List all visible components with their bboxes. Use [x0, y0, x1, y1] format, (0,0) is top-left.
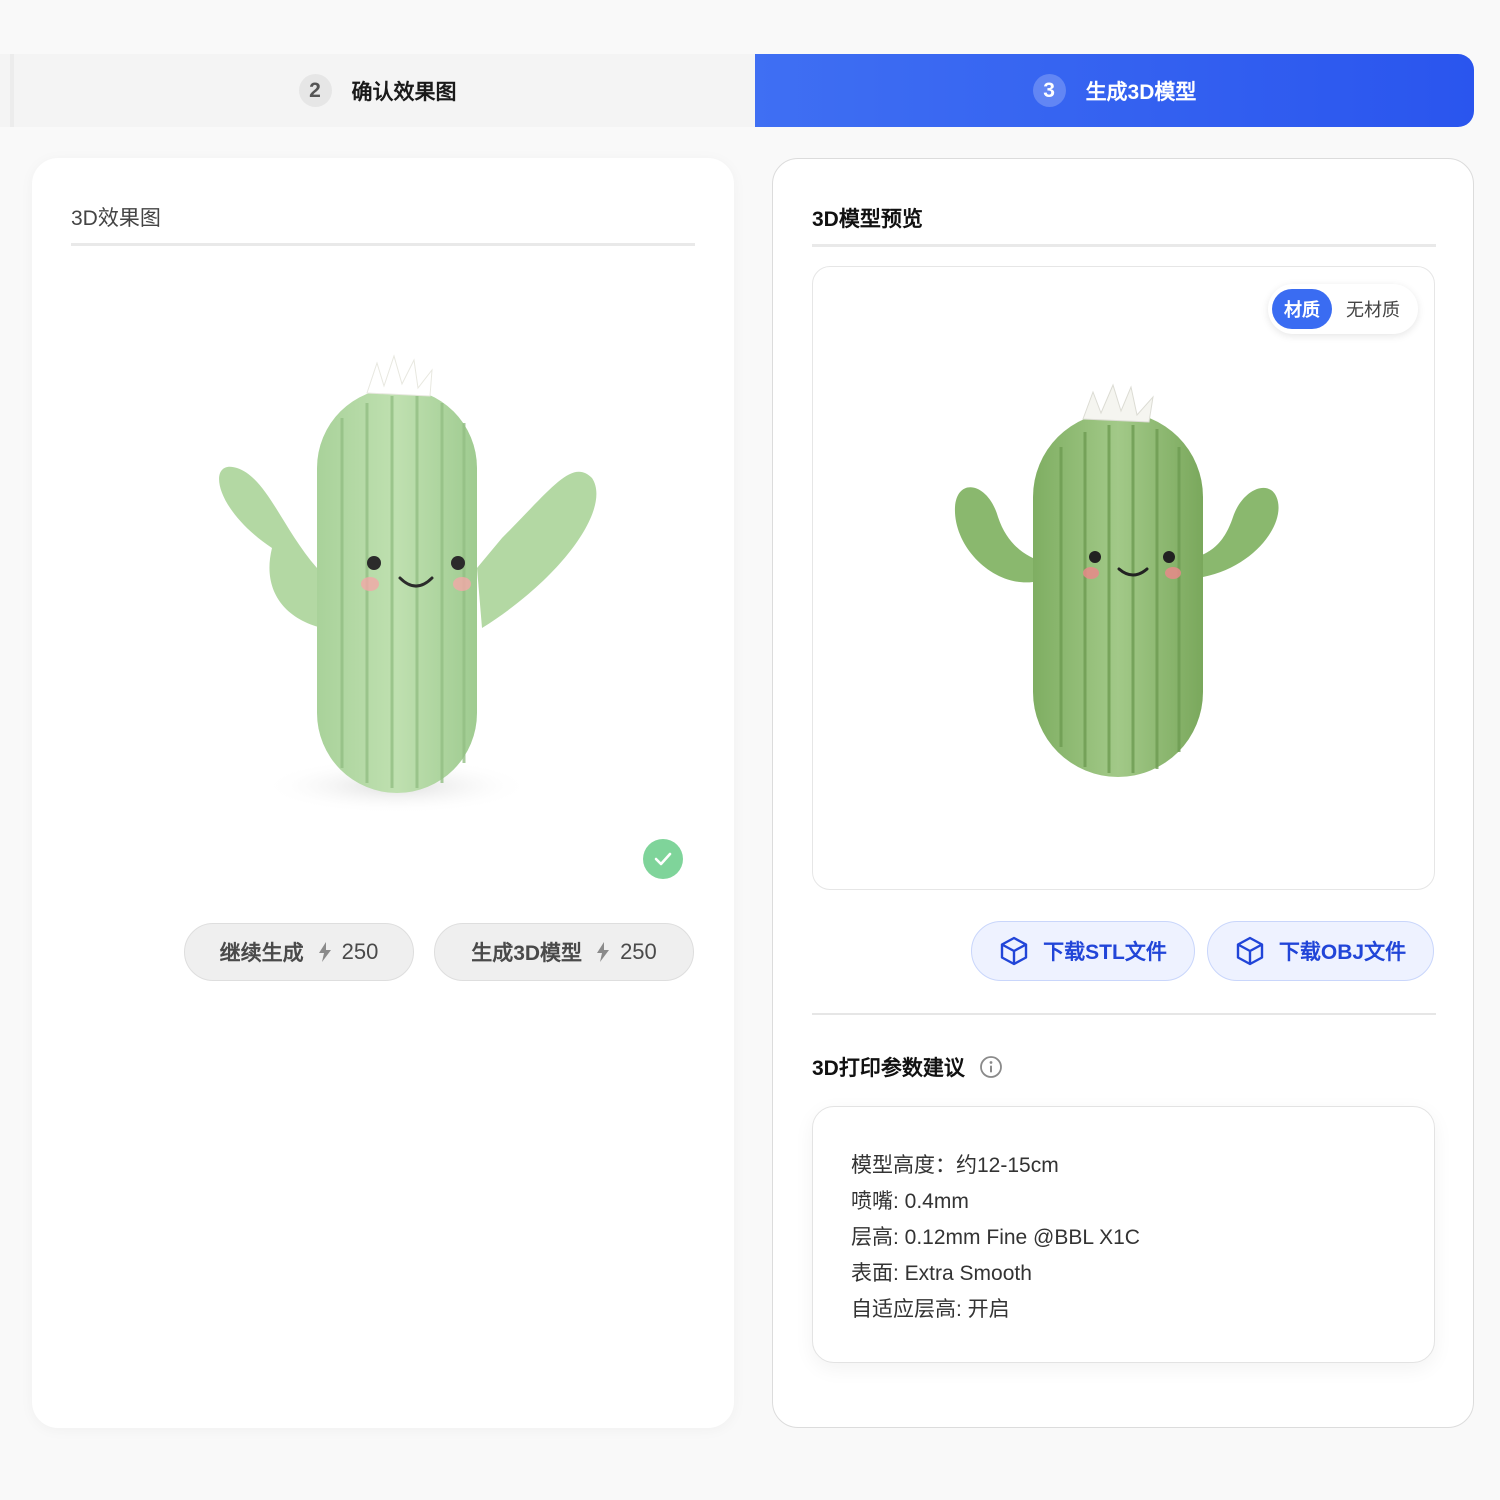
card-title: 3D模型预览 — [812, 208, 923, 231]
continue-generate-button[interactable]: 继续生成 250 — [184, 923, 414, 981]
generate-3d-model-button[interactable]: 生成3D模型 250 — [434, 923, 694, 981]
step-edge — [10, 54, 14, 127]
param-model-height: 模型高度：约12-15cm — [851, 1154, 1059, 1177]
button-label: 下载OBJ文件 — [1278, 941, 1407, 964]
button-label: 继续生成 — [219, 942, 304, 965]
step-label: 确认效果图 — [351, 80, 457, 104]
step-number: 2 — [298, 74, 332, 107]
cactus-3d-model[interactable] — [933, 377, 1313, 787]
cactus-render-image[interactable] — [152, 338, 622, 838]
button-label: 生成3D模型 — [471, 942, 583, 965]
material-option-textured[interactable]: 材质 — [1272, 289, 1332, 329]
title-divider — [812, 244, 1436, 247]
param-surface: 表面: Extra Smooth — [851, 1262, 1032, 1285]
download-stl-button[interactable]: 下载STL文件 — [971, 921, 1195, 981]
material-option-plain[interactable]: 无材质 — [1332, 289, 1414, 329]
download-obj-button[interactable]: 下载OBJ文件 — [1207, 921, 1434, 981]
print-params-box: 模型高度：约12-15cm 喷嘴: 0.4mm 层高: 0.12mm Fine … — [812, 1106, 1435, 1363]
bolt-icon — [318, 942, 332, 962]
section-divider — [812, 1013, 1436, 1015]
cube-icon — [1235, 936, 1265, 966]
cube-icon — [999, 936, 1029, 966]
model-preview-card: 3D模型预览 材质 无材质 下载STL文件 下载OBJ文件 3D打印参数建议 模… — [772, 158, 1474, 1428]
credit-cost: 250 — [341, 939, 379, 964]
step-progress-bar: 2 确认效果图 3 生成3D模型 — [0, 54, 1474, 127]
selected-check-badge — [643, 839, 683, 879]
param-layer-height: 层高: 0.12mm Fine @BBL X1C — [851, 1226, 1140, 1249]
bolt-icon — [596, 942, 610, 962]
button-label: 下载STL文件 — [1043, 941, 1167, 964]
check-icon — [654, 852, 672, 866]
step-confirm-render[interactable]: 2 确认效果图 — [0, 54, 755, 127]
print-params-heading: 3D打印参数建议 — [812, 1052, 1003, 1082]
render-card: 3D效果图 继续生成 250 生成3D模型 250 — [32, 158, 734, 1428]
param-adaptive-layer: 自适应层高: 开启 — [851, 1298, 1010, 1321]
step-label: 生成3D模型 — [1085, 80, 1197, 104]
model-viewport[interactable]: 材质 无材质 — [812, 266, 1435, 890]
material-toggle[interactable]: 材质 无材质 — [1268, 284, 1418, 334]
param-nozzle: 喷嘴: 0.4mm — [851, 1190, 969, 1213]
info-icon[interactable] — [979, 1055, 1003, 1079]
card-title: 3D效果图 — [71, 207, 161, 230]
step-number: 3 — [1032, 74, 1066, 107]
title-divider — [71, 243, 695, 246]
step-generate-3d[interactable]: 3 生成3D模型 — [755, 54, 1474, 127]
credit-cost: 250 — [620, 939, 657, 964]
print-params-title: 3D打印参数建议 — [812, 1057, 965, 1080]
